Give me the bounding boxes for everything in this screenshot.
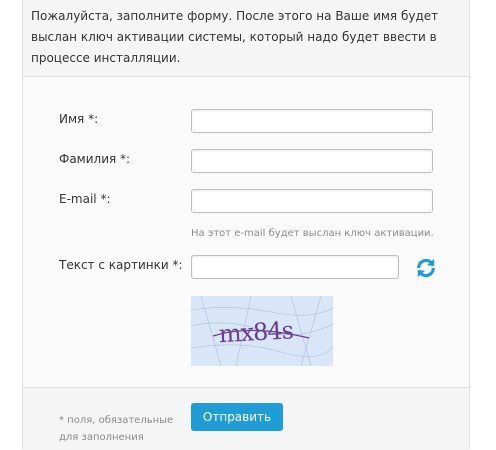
intro-section: Пожалуйста, заполните форму. После этого… — [23, 0, 469, 77]
required-fields-note: * поля, обязательные для заполнения — [59, 415, 174, 443]
captcha-image: mx84s — [191, 296, 333, 366]
captcha-input[interactable] — [191, 255, 399, 279]
email-label: E-mail *: — [59, 192, 111, 206]
registration-form: Имя *: Фамилия *: E-mail *: На этот e-ma… — [23, 77, 469, 387]
last-name-label: Фамилия *: — [59, 152, 131, 166]
submit-button[interactable]: Отправить — [191, 403, 283, 431]
activation-form-panel: Пожалуйста, заполните форму. После этого… — [22, 0, 470, 450]
form-footer: * поля, обязательные для заполнения Отпр… — [23, 387, 469, 450]
last-name-input[interactable] — [191, 149, 433, 173]
intro-text: Пожалуйста, заполните форму. После этого… — [31, 9, 439, 65]
first-name-label: Имя *: — [59, 112, 99, 126]
email-hint: На этот e-mail будет выслан ключ активац… — [191, 228, 434, 239]
email-input[interactable] — [191, 189, 433, 213]
first-name-input[interactable] — [191, 109, 433, 133]
captcha-label: Текст с картинки *: — [59, 258, 183, 272]
refresh-icon[interactable] — [415, 257, 437, 279]
